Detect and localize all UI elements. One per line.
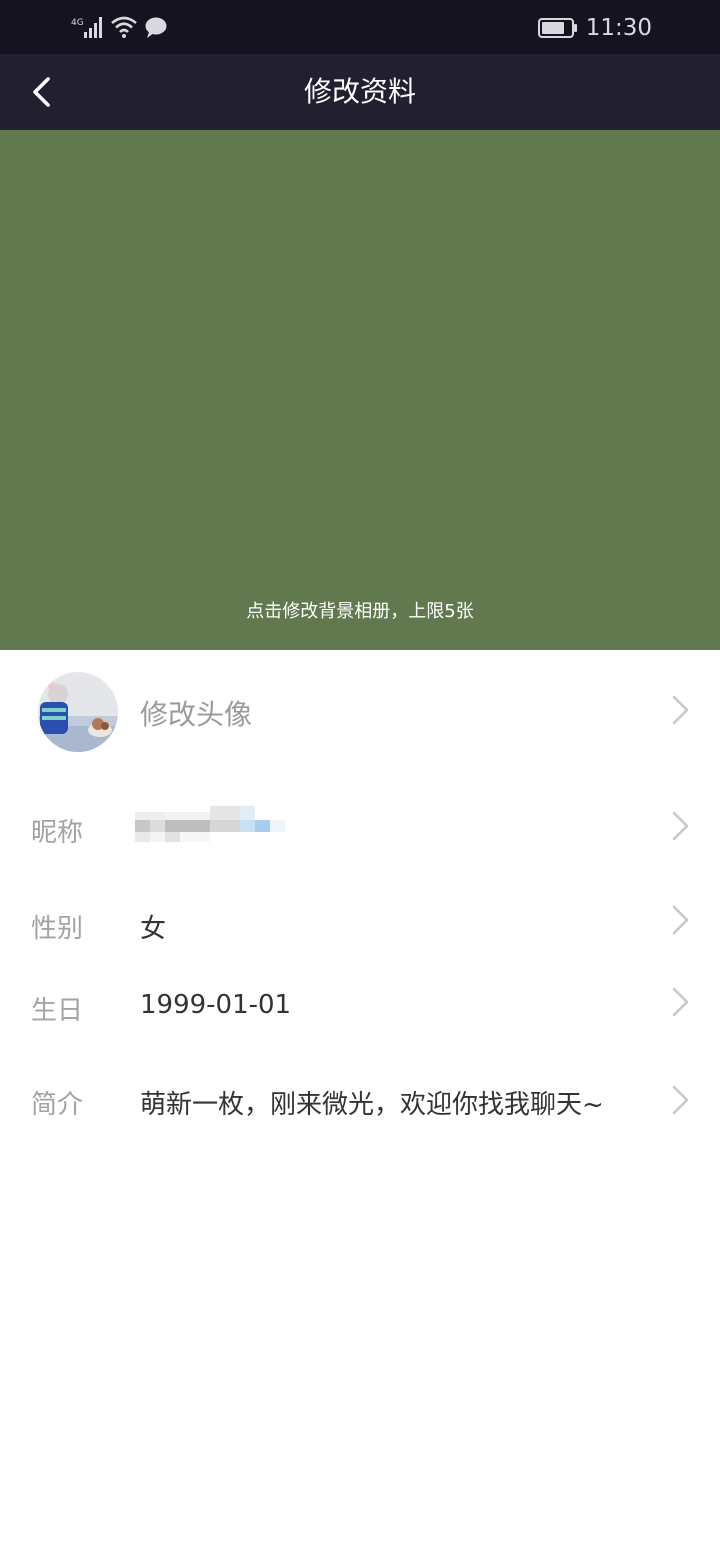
avatar-row[interactable]: 修改头像: [0, 650, 720, 774]
gender-row[interactable]: 性别 女: [0, 880, 720, 966]
chevron-left-icon: [33, 77, 50, 107]
message-icon: [145, 17, 167, 38]
gender-label: 性别: [31, 914, 84, 944]
avatar: [38, 672, 118, 752]
birthday-value: 1999-01-01: [140, 990, 292, 1020]
page-title: 修改资料: [303, 75, 416, 108]
chevron-right-icon: [672, 987, 689, 1017]
back-button[interactable]: [22, 72, 62, 112]
cover-hint: 点击修改背景相册，上限5张: [246, 601, 474, 622]
status-icons-left: 4G: [70, 14, 168, 40]
bio-label: 简介: [31, 1090, 84, 1120]
status-icons-right: 11:30: [537, 14, 652, 42]
nickname-row[interactable]: 昵称: [0, 780, 720, 874]
battery-icon: [537, 18, 577, 38]
birthday-label: 生日: [31, 996, 84, 1026]
chevron-right-icon: [672, 695, 689, 725]
chevron-right-icon: [672, 1085, 689, 1115]
bio-row[interactable]: 简介 萌新一枚，刚来微光，欢迎你找我聊天~: [0, 1060, 720, 1146]
header-bar: 修改资料: [0, 54, 720, 130]
status-bar: 4G 11:30: [0, 0, 720, 54]
chevron-right-icon: [672, 811, 689, 841]
nickname-pixelated: [135, 806, 285, 842]
avatar-edit-label: 修改头像: [140, 698, 253, 731]
signal-icon: 4G: [71, 17, 102, 38]
background-album[interactable]: 点击修改背景相册，上限5张: [0, 130, 720, 650]
gender-value: 女: [140, 914, 167, 944]
network-type-label: 4G: [71, 18, 84, 28]
birthday-row[interactable]: 生日 1999-01-01: [0, 966, 720, 1052]
chevron-right-icon: [672, 905, 689, 935]
status-time: 11:30: [585, 15, 652, 41]
bio-value: 萌新一枚，刚来微光，欢迎你找我聊天~: [140, 1090, 604, 1120]
wifi-icon: [111, 16, 137, 38]
nickname-label: 昵称: [31, 818, 84, 848]
